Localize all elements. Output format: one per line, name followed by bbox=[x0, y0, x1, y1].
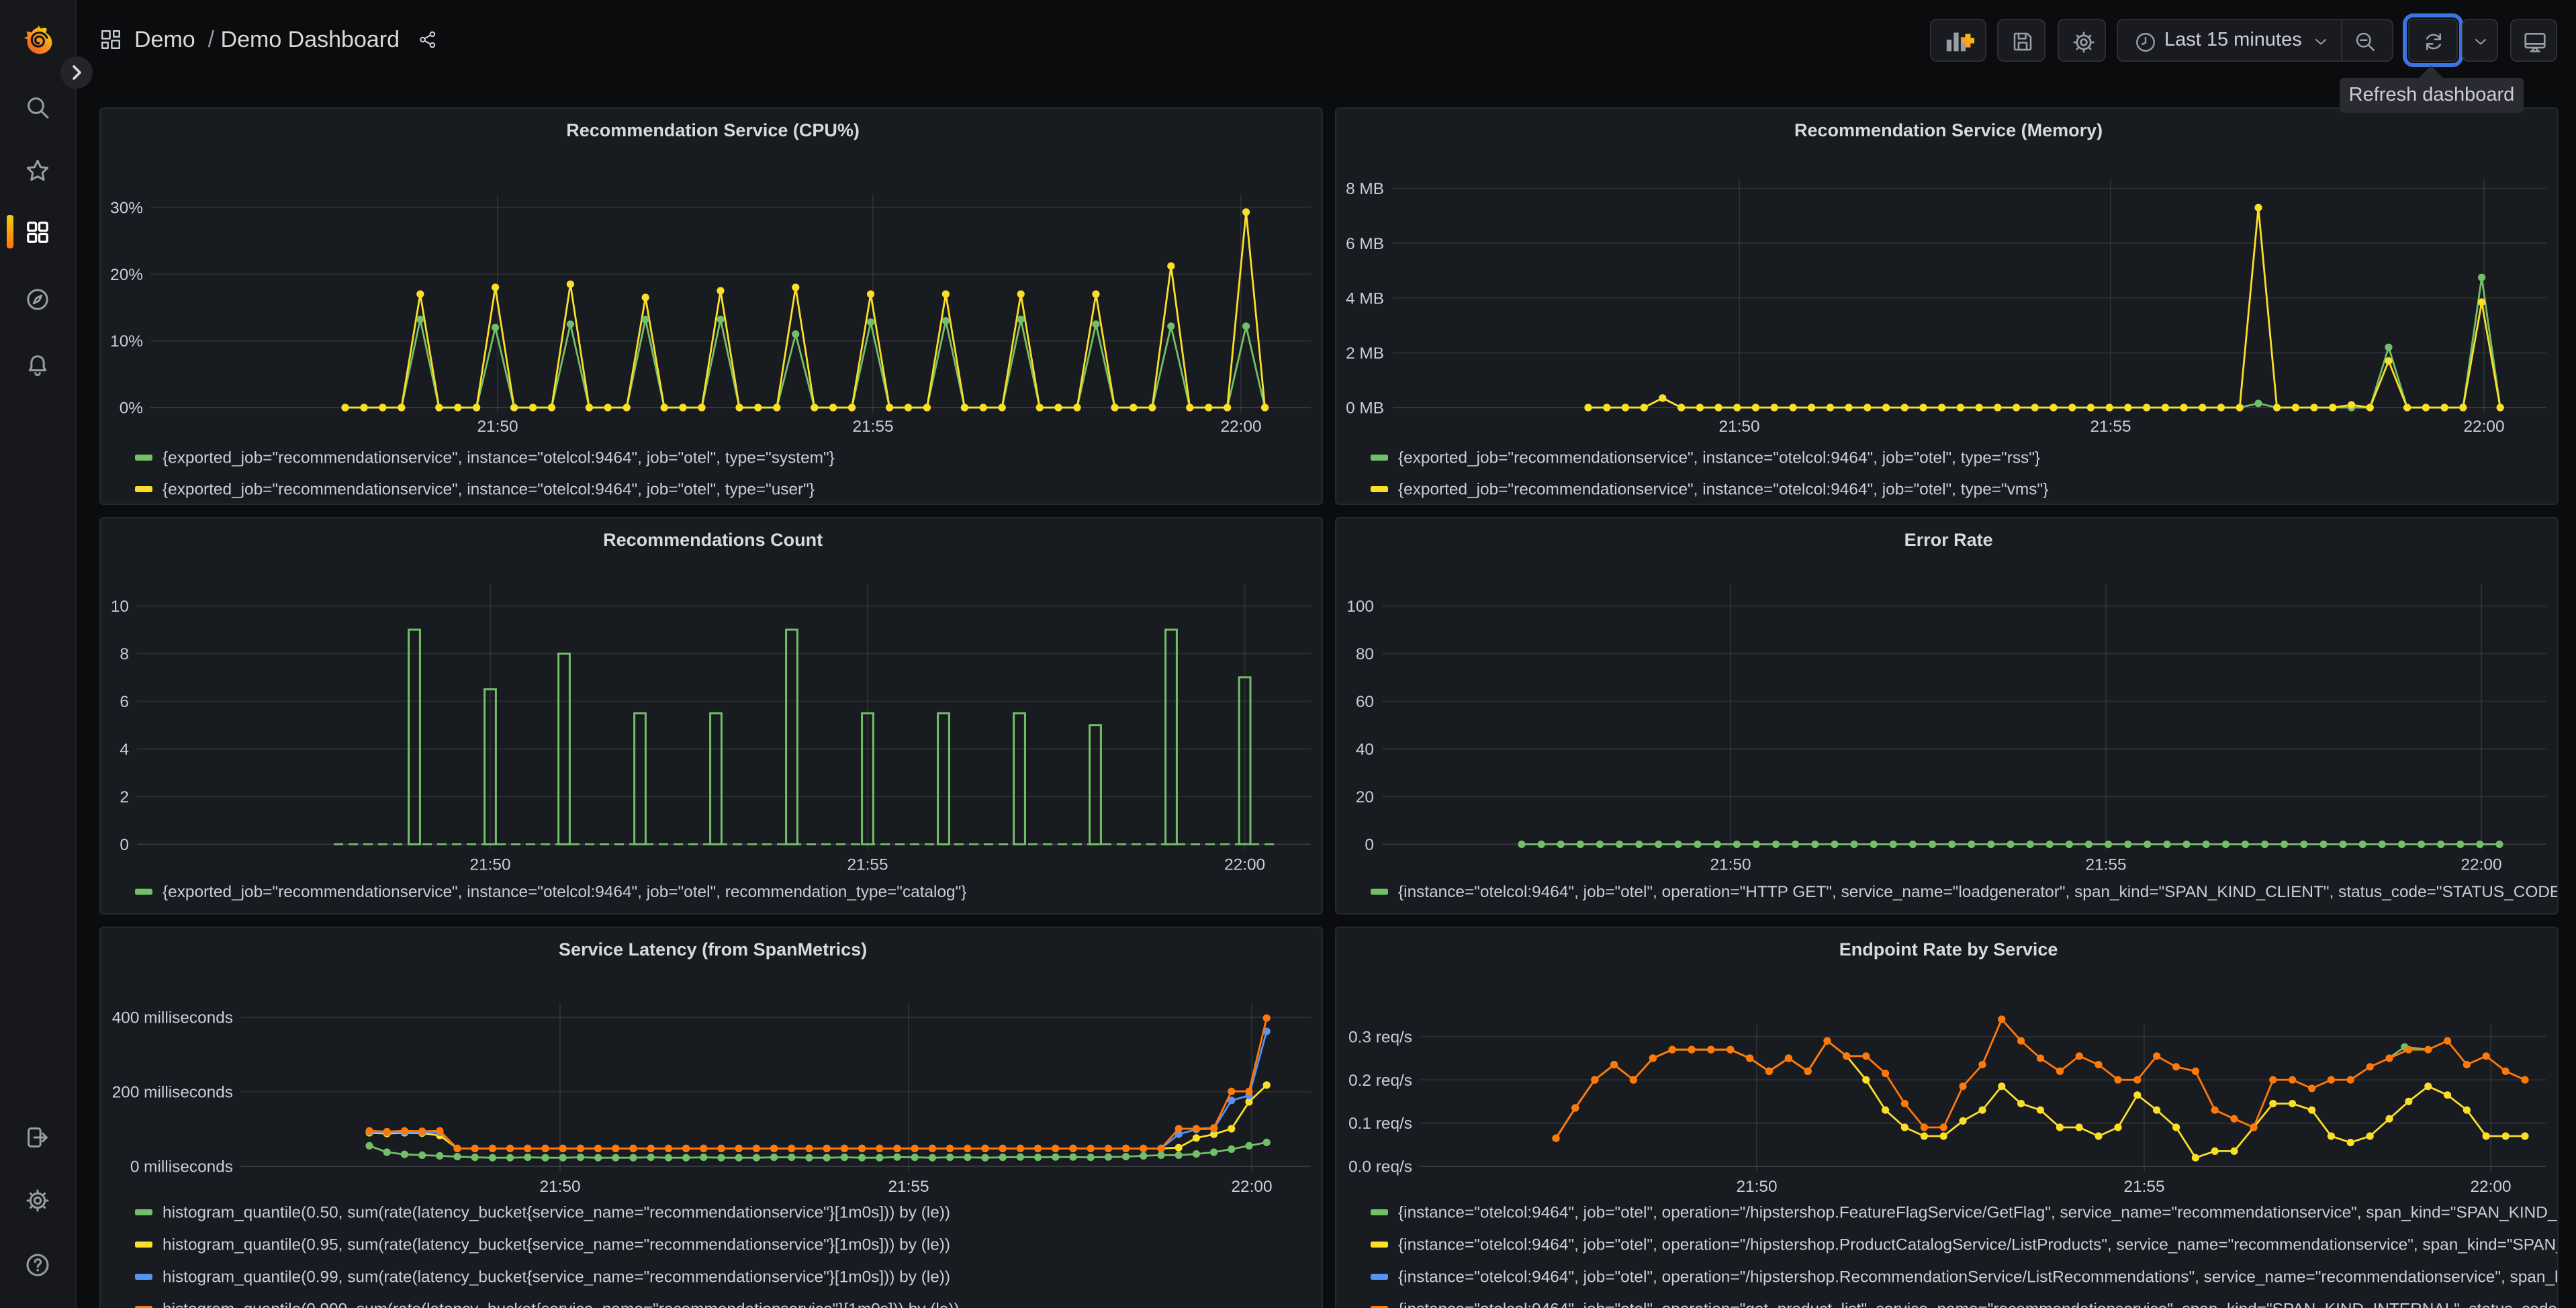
svg-text:Recommendation Service (CPU%): Recommendation Service (CPU%) bbox=[565, 120, 859, 140]
svg-text:22:00: 22:00 bbox=[1220, 418, 1260, 436]
svg-text:4: 4 bbox=[119, 740, 128, 758]
svg-text:2: 2 bbox=[119, 788, 128, 806]
svg-text:{exported_job="recommendations: {exported_job="recommendationservice", i… bbox=[1397, 449, 2039, 467]
svg-text:Recommendations Count: Recommendations Count bbox=[602, 529, 822, 549]
svg-text:21:50: 21:50 bbox=[476, 418, 517, 436]
svg-text:8 MB: 8 MB bbox=[1345, 180, 1383, 198]
svg-text:21:50: 21:50 bbox=[469, 855, 510, 873]
svg-text:histogram_quantile(0.999, sum(: histogram_quantile(0.999, sum(rate(laten… bbox=[162, 1300, 959, 1308]
svg-text:21:55: 21:55 bbox=[2089, 418, 2130, 436]
svg-text:60: 60 bbox=[1355, 692, 1373, 710]
svg-text:4 MB: 4 MB bbox=[1345, 289, 1383, 308]
svg-text:22:00: 22:00 bbox=[2460, 855, 2501, 873]
svg-text:21:50: 21:50 bbox=[1735, 1178, 1776, 1196]
svg-text:Error Rate: Error Rate bbox=[1904, 529, 1992, 549]
svg-text:21:55: 21:55 bbox=[852, 418, 892, 436]
svg-text:80: 80 bbox=[1355, 645, 1373, 663]
svg-text:40: 40 bbox=[1355, 740, 1373, 758]
svg-text:20: 20 bbox=[1355, 788, 1373, 806]
svg-text:0.0 req/s: 0.0 req/s bbox=[1348, 1158, 1412, 1176]
svg-text:Service Latency (from SpanMetr: Service Latency (from SpanMetrics) bbox=[558, 939, 866, 960]
svg-text:histogram_quantile(0.50, sum(r: histogram_quantile(0.50, sum(rate(latenc… bbox=[162, 1203, 950, 1221]
svg-text:22:00: 22:00 bbox=[2469, 1178, 2510, 1196]
svg-text:0.3 req/s: 0.3 req/s bbox=[1348, 1028, 1412, 1046]
svg-text:10%: 10% bbox=[109, 332, 142, 351]
svg-text:{exported_job="recommendations: {exported_job="recommendationservice", i… bbox=[162, 480, 814, 498]
svg-text:21:55: 21:55 bbox=[2123, 1178, 2164, 1196]
svg-text:21:50: 21:50 bbox=[1718, 418, 1759, 436]
svg-text:8: 8 bbox=[119, 645, 128, 663]
svg-text:21:55: 21:55 bbox=[846, 855, 887, 873]
svg-text:{instance="otelcol:9464", job=: {instance="otelcol:9464", job="otel", op… bbox=[1397, 882, 2559, 900]
svg-text:22:00: 22:00 bbox=[1230, 1178, 1271, 1196]
svg-text:6 MB: 6 MB bbox=[1345, 235, 1383, 253]
svg-text:30%: 30% bbox=[109, 199, 142, 217]
svg-text:21:50: 21:50 bbox=[539, 1178, 580, 1196]
svg-text:0: 0 bbox=[1364, 835, 1373, 853]
svg-text:histogram_quantile(0.95, sum(r: histogram_quantile(0.95, sum(rate(latenc… bbox=[162, 1235, 950, 1254]
svg-text:22:00: 22:00 bbox=[2463, 418, 2503, 436]
svg-text:400 milliseconds: 400 milliseconds bbox=[111, 1009, 232, 1027]
svg-text:{instance="otelcol:9464", job=: {instance="otelcol:9464", job="otel", op… bbox=[1397, 1300, 2559, 1308]
svg-text:10: 10 bbox=[110, 597, 128, 615]
svg-text:0: 0 bbox=[119, 835, 128, 853]
svg-text:22:00: 22:00 bbox=[1224, 855, 1264, 873]
svg-text:0.2 req/s: 0.2 req/s bbox=[1348, 1072, 1412, 1090]
svg-text:{instance="otelcol:9464", job=: {instance="otelcol:9464", job="otel", op… bbox=[1397, 1203, 2559, 1221]
svg-text:0.1 req/s: 0.1 req/s bbox=[1348, 1115, 1412, 1133]
svg-text:Endpoint Rate by Service: Endpoint Rate by Service bbox=[1839, 939, 2058, 960]
svg-text:{instance="otelcol:9464", job=: {instance="otelcol:9464", job="otel", op… bbox=[1397, 1235, 2559, 1254]
svg-text:21:55: 21:55 bbox=[887, 1178, 928, 1196]
svg-text:{exported_job="recommendations: {exported_job="recommendationservice", i… bbox=[162, 449, 834, 467]
svg-text:Recommendation Service (Memory: Recommendation Service (Memory) bbox=[1794, 120, 2102, 140]
svg-text:{instance="otelcol:9464", job=: {instance="otelcol:9464", job="otel", op… bbox=[1397, 1268, 2559, 1286]
svg-text:100: 100 bbox=[1346, 597, 1373, 615]
svg-text:6: 6 bbox=[119, 692, 128, 710]
svg-text:200 milliseconds: 200 milliseconds bbox=[111, 1084, 232, 1102]
svg-text:{exported_job="recommendations: {exported_job="recommendationservice", i… bbox=[162, 882, 966, 900]
svg-text:0 milliseconds: 0 milliseconds bbox=[130, 1158, 232, 1176]
svg-text:21:50: 21:50 bbox=[1709, 855, 1750, 873]
svg-text:0 MB: 0 MB bbox=[1345, 400, 1383, 418]
svg-text:{exported_job="recommendations: {exported_job="recommendationservice", i… bbox=[1397, 480, 2048, 498]
svg-text:histogram_quantile(0.99, sum(r: histogram_quantile(0.99, sum(rate(latenc… bbox=[162, 1268, 950, 1286]
svg-text:0%: 0% bbox=[119, 400, 142, 418]
svg-text:20%: 20% bbox=[109, 266, 142, 284]
svg-text:21:55: 21:55 bbox=[2084, 855, 2125, 873]
svg-text:2 MB: 2 MB bbox=[1345, 344, 1383, 363]
